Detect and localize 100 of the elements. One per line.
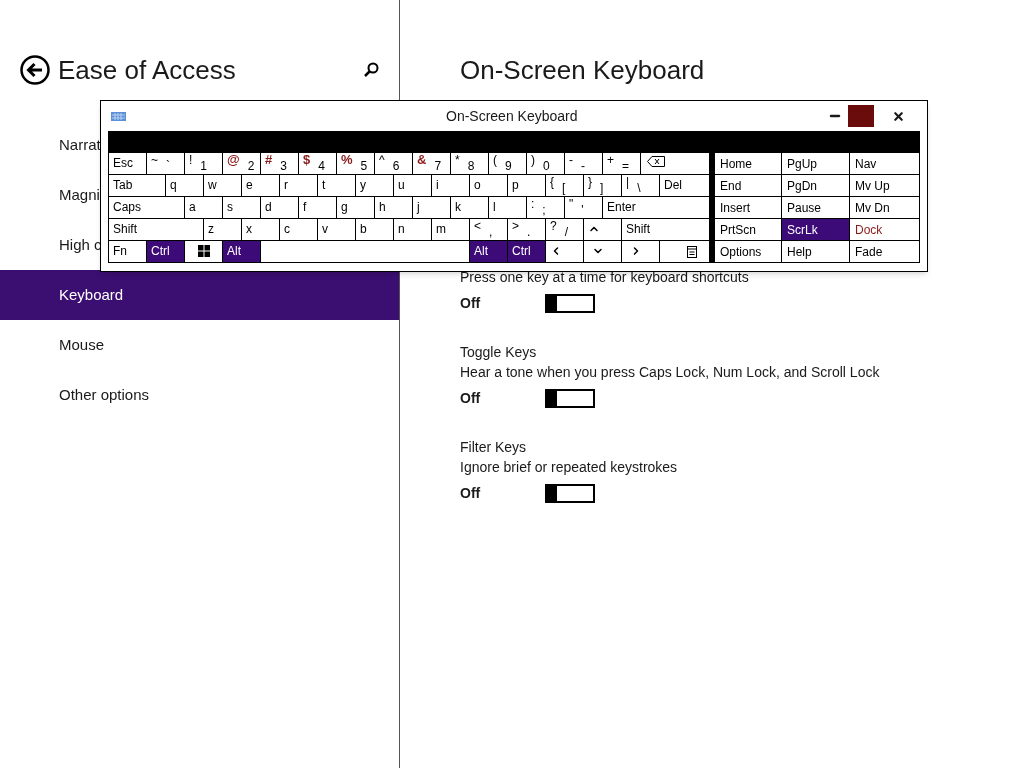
- virtual-key[interactable]: Ctrl: [147, 241, 185, 263]
- virtual-key[interactable]: : ;: [527, 197, 565, 219]
- virtual-key[interactable]: ! 1: [185, 153, 223, 175]
- virtual-key[interactable]: Alt: [223, 241, 261, 263]
- virtual-key[interactable]: j: [413, 197, 451, 219]
- virtual-key[interactable]: End: [715, 175, 782, 197]
- virtual-key[interactable]: h: [375, 197, 413, 219]
- virtual-key[interactable]: x: [242, 219, 280, 241]
- virtual-key[interactable]: % 5: [337, 153, 375, 175]
- virtual-key[interactable]: u: [394, 175, 432, 197]
- virtual-key[interactable]: c: [280, 219, 318, 241]
- virtual-key[interactable]: Shift: [622, 219, 710, 241]
- virtual-key[interactable]: Pause: [782, 197, 850, 219]
- virtual-key[interactable]: q: [166, 175, 204, 197]
- search-icon[interactable]: [363, 62, 379, 78]
- virtual-key[interactable]: [546, 241, 584, 263]
- virtual-key[interactable]: Nav: [850, 153, 920, 175]
- virtual-key[interactable]: Fade: [850, 241, 920, 263]
- virtual-key[interactable]: v: [318, 219, 356, 241]
- category-item[interactable]: Other options: [0, 370, 399, 420]
- virtual-key[interactable]: ( 9: [489, 153, 527, 175]
- virtual-key[interactable]: t: [318, 175, 356, 197]
- virtual-key[interactable]: ) 0: [527, 153, 565, 175]
- virtual-key[interactable]: l: [489, 197, 527, 219]
- virtual-key[interactable]: g: [337, 197, 375, 219]
- virtual-key[interactable]: Del: [660, 175, 710, 197]
- virtual-key[interactable]: a: [185, 197, 223, 219]
- virtual-key[interactable]: i: [432, 175, 470, 197]
- virtual-key[interactable]: Tab: [109, 175, 166, 197]
- page-title: Ease of Access: [58, 53, 236, 87]
- virtual-key[interactable]: @ 2: [223, 153, 261, 175]
- virtual-key[interactable]: k: [451, 197, 489, 219]
- close-icon[interactable]: [892, 109, 905, 123]
- virtual-key[interactable]: [185, 241, 223, 263]
- virtual-key[interactable]: ^ 6: [375, 153, 413, 175]
- virtual-key[interactable]: f: [299, 197, 337, 219]
- virtual-key[interactable]: Mv Dn: [850, 197, 920, 219]
- virtual-key[interactable]: [584, 241, 622, 263]
- virtual-key[interactable]: | \: [622, 175, 660, 197]
- backspace-icon: [647, 156, 665, 167]
- virtual-key[interactable]: [261, 241, 470, 263]
- virtual-key[interactable]: Home: [715, 153, 782, 175]
- setting-description: Press one key at a time for keyboard shortcuts: [460, 268, 750, 287]
- virtual-key[interactable]: { [: [546, 175, 584, 197]
- windows-logo-icon: [197, 245, 210, 257]
- virtual-key[interactable]: Enter: [603, 197, 710, 219]
- virtual-key[interactable]: } ]: [584, 175, 622, 197]
- virtual-key[interactable]: b: [356, 219, 394, 241]
- virtual-key[interactable]: Shift: [109, 219, 204, 241]
- category-item[interactable]: Mouse: [0, 320, 399, 370]
- virtual-key[interactable]: PrtScn: [715, 219, 782, 241]
- virtual-key[interactable]: * 8: [451, 153, 489, 175]
- virtual-key[interactable]: Caps: [109, 197, 185, 219]
- virtual-key[interactable]: m: [432, 219, 470, 241]
- toggle-switch[interactable]: [545, 294, 595, 313]
- virtual-key[interactable]: ScrLk: [782, 219, 850, 241]
- virtual-key[interactable]: - -: [565, 153, 603, 175]
- virtual-key[interactable]: Help: [782, 241, 850, 263]
- toggle-state: Off: [460, 389, 482, 408]
- virtual-key[interactable]: + =: [603, 153, 641, 175]
- virtual-key[interactable]: Alt: [470, 241, 508, 263]
- virtual-key[interactable]: [584, 219, 622, 241]
- virtual-key[interactable]: # 3: [261, 153, 299, 175]
- virtual-key[interactable]: < ,: [470, 219, 508, 241]
- virtual-key[interactable]: [622, 241, 660, 263]
- virtual-key[interactable]: o: [470, 175, 508, 197]
- virtual-key[interactable]: > .: [508, 219, 546, 241]
- virtual-key[interactable]: Options: [715, 241, 782, 263]
- virtual-key[interactable]: [660, 241, 710, 263]
- virtual-key[interactable]: Esc: [109, 153, 147, 175]
- virtual-key[interactable]: p: [508, 175, 546, 197]
- toggle-switch[interactable]: [545, 484, 595, 503]
- virtual-key[interactable]: s: [223, 197, 261, 219]
- virtual-key[interactable]: ? /: [546, 219, 584, 241]
- virtual-key[interactable]: y: [356, 175, 394, 197]
- window-title: On-Screen Keyboard: [446, 106, 578, 126]
- virtual-key[interactable]: Fn: [109, 241, 147, 263]
- virtual-key[interactable]: r: [280, 175, 318, 197]
- category-item[interactable]: Keyboard: [0, 270, 399, 320]
- virtual-key[interactable]: n: [394, 219, 432, 241]
- virtual-key[interactable]: $ 4: [299, 153, 337, 175]
- setting-name: Toggle Keys: [460, 343, 538, 362]
- virtual-key[interactable]: ~ `: [147, 153, 185, 175]
- toggle-switch[interactable]: [545, 389, 595, 408]
- virtual-key[interactable]: Mv Up: [850, 175, 920, 197]
- virtual-key[interactable]: PgDn: [782, 175, 850, 197]
- virtual-key[interactable]: PgUp: [782, 153, 850, 175]
- virtual-key[interactable]: Insert: [715, 197, 782, 219]
- keyboard-icon: [111, 111, 126, 121]
- virtual-key[interactable]: z: [204, 219, 242, 241]
- virtual-key[interactable]: d: [261, 197, 299, 219]
- virtual-key[interactable]: & 7: [413, 153, 451, 175]
- virtual-key[interactable]: w: [204, 175, 242, 197]
- setting-description: Hear a tone when you press Caps Lock, Num Lock, and Scroll Lock: [460, 363, 881, 382]
- virtual-key[interactable]: [641, 153, 710, 175]
- virtual-key[interactable]: Ctrl: [508, 241, 546, 263]
- virtual-key[interactable]: " ': [565, 197, 603, 219]
- virtual-key[interactable]: e: [242, 175, 280, 197]
- menu-key-icon: [687, 246, 697, 258]
- virtual-key[interactable]: Dock: [850, 219, 920, 241]
